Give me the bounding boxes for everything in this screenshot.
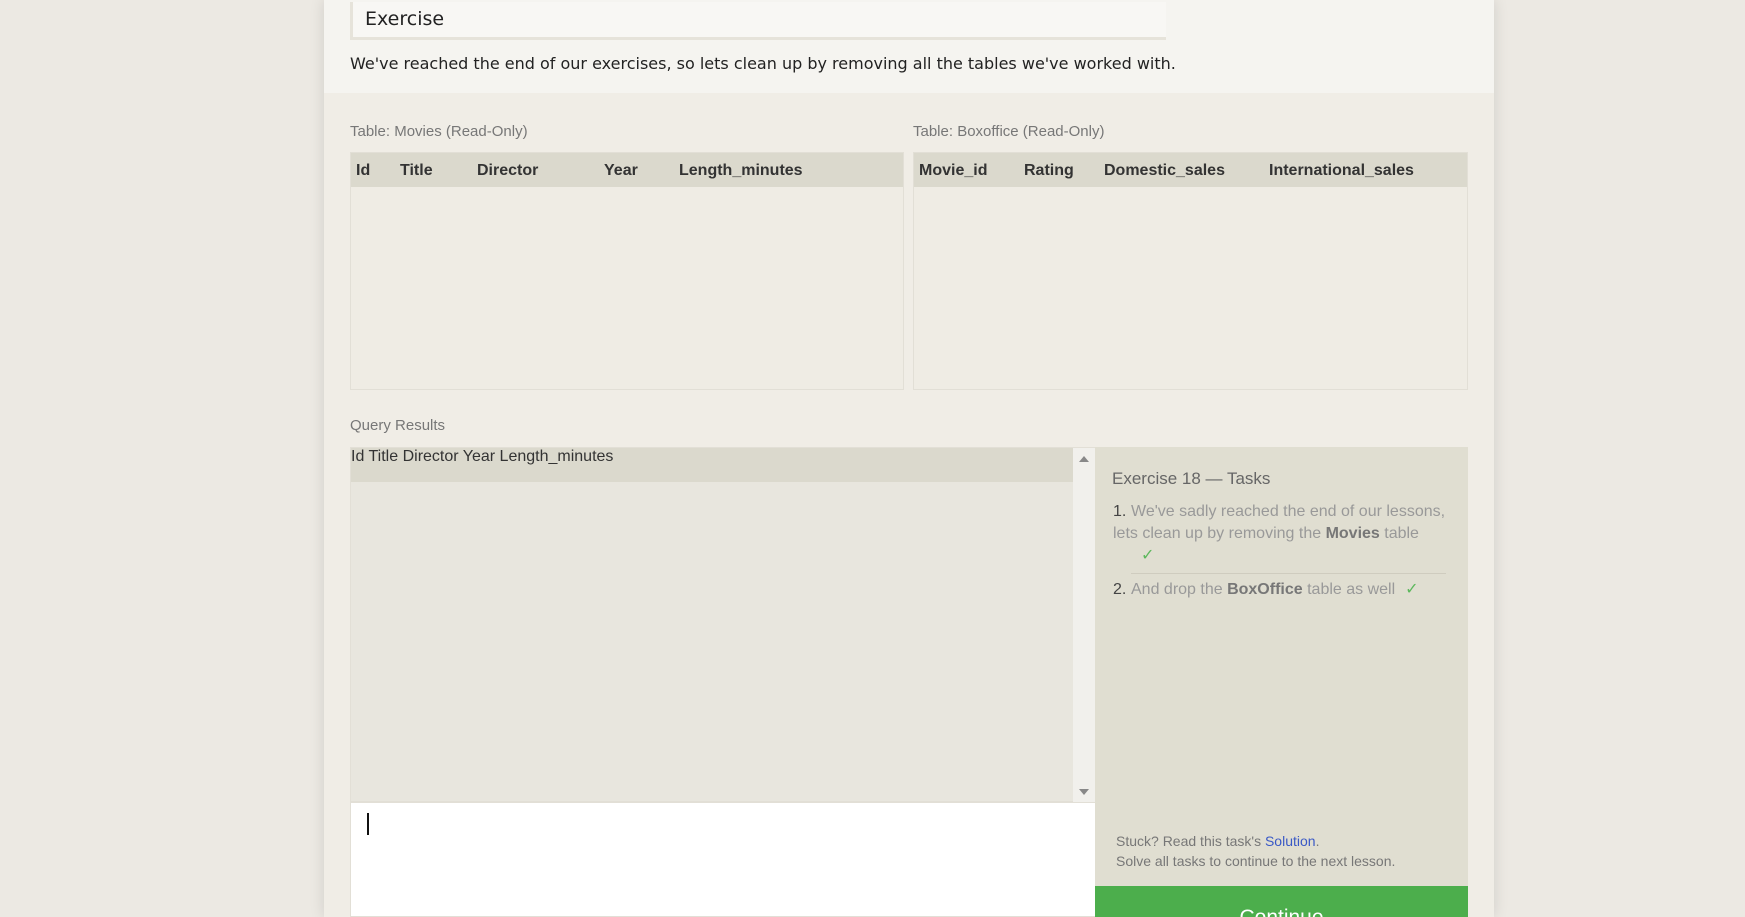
scroll-up-arrow-icon[interactable] — [1079, 456, 1089, 462]
solution-link[interactable]: Solution — [1265, 833, 1316, 849]
column-header: Title — [368, 448, 399, 465]
boxoffice-table-header: Movie_id Rating Domestic_sales Internati… — [914, 153, 1467, 187]
stuck-period: . — [1315, 833, 1320, 849]
column-header: Title — [400, 162, 433, 179]
checkmark-icon: ✓ — [1141, 547, 1155, 564]
tasks-panel: Exercise 18 — Tasks 1. We've sadly reache… — [1095, 447, 1468, 887]
column-header: Length_minutes — [499, 448, 614, 465]
stuck-text: Stuck? Read this task's — [1116, 833, 1265, 849]
exercise-title: Exercise — [350, 2, 1166, 40]
query-results-label: Query Results — [350, 417, 446, 434]
stuck-hint: Stuck? Read this task's Solution. Solve … — [1116, 831, 1395, 871]
solve-all-text: Solve all tasks to continue to the next … — [1116, 853, 1396, 869]
tasks-title: Exercise 18 — Tasks — [1112, 469, 1271, 488]
task-item: 2. And drop the BoxOffice table as well ✓ — [1113, 579, 1453, 601]
movies-table: Id Title Director Year Length_minutes — [350, 152, 904, 390]
exercise-header: Exercise We've reached the end of our ex… — [324, 0, 1494, 93]
task-text: table as well — [1302, 581, 1396, 598]
task-divider — [1131, 573, 1446, 574]
task-number: 1. — [1113, 503, 1127, 520]
boxoffice-table: Movie_id Rating Domestic_sales Internati… — [913, 152, 1468, 390]
text-caret — [367, 813, 369, 835]
continue-button[interactable]: Continue — [1095, 886, 1468, 917]
checkmark-icon: ✓ — [1405, 581, 1419, 598]
task-number: 2. — [1113, 581, 1127, 598]
column-header: International_sales — [1269, 162, 1414, 179]
column-header: Year — [604, 162, 638, 179]
exercise-description: We've reached the end of our exercises, … — [350, 54, 1176, 73]
task-text-bold: Movies — [1325, 525, 1380, 542]
sql-editor[interactable] — [350, 802, 1096, 917]
task-text-bold: BoxOffice — [1227, 581, 1303, 598]
results-table-header: Id Title Director Year Length_minutes — [351, 448, 1075, 482]
task-text: And drop the — [1131, 581, 1228, 598]
column-header: Director — [477, 162, 539, 179]
column-header: Year — [462, 448, 496, 465]
scroll-down-arrow-icon[interactable] — [1079, 789, 1089, 795]
column-header: Length_minutes — [679, 162, 803, 179]
movies-table-header: Id Title Director Year Length_minutes — [351, 153, 903, 187]
query-results-table: Id Title Director Year Length_minutes — [350, 447, 1096, 803]
column-header: Movie_id — [919, 162, 988, 179]
task-item: 1. We've sadly reached the end of our les… — [1113, 501, 1453, 567]
column-header: Director — [402, 448, 459, 465]
task-text: table — [1379, 525, 1419, 542]
column-header: Rating — [1024, 162, 1074, 179]
movies-table-label: Table: Movies (Read-Only) — [350, 123, 528, 140]
lesson-page: Exercise We've reached the end of our ex… — [324, 0, 1494, 917]
column-header: Domestic_sales — [1104, 162, 1225, 179]
column-header: Id — [356, 162, 371, 179]
column-header: Id — [351, 448, 365, 465]
boxoffice-table-label: Table: Boxoffice (Read-Only) — [913, 123, 1105, 140]
results-scrollbar[interactable] — [1073, 448, 1095, 803]
